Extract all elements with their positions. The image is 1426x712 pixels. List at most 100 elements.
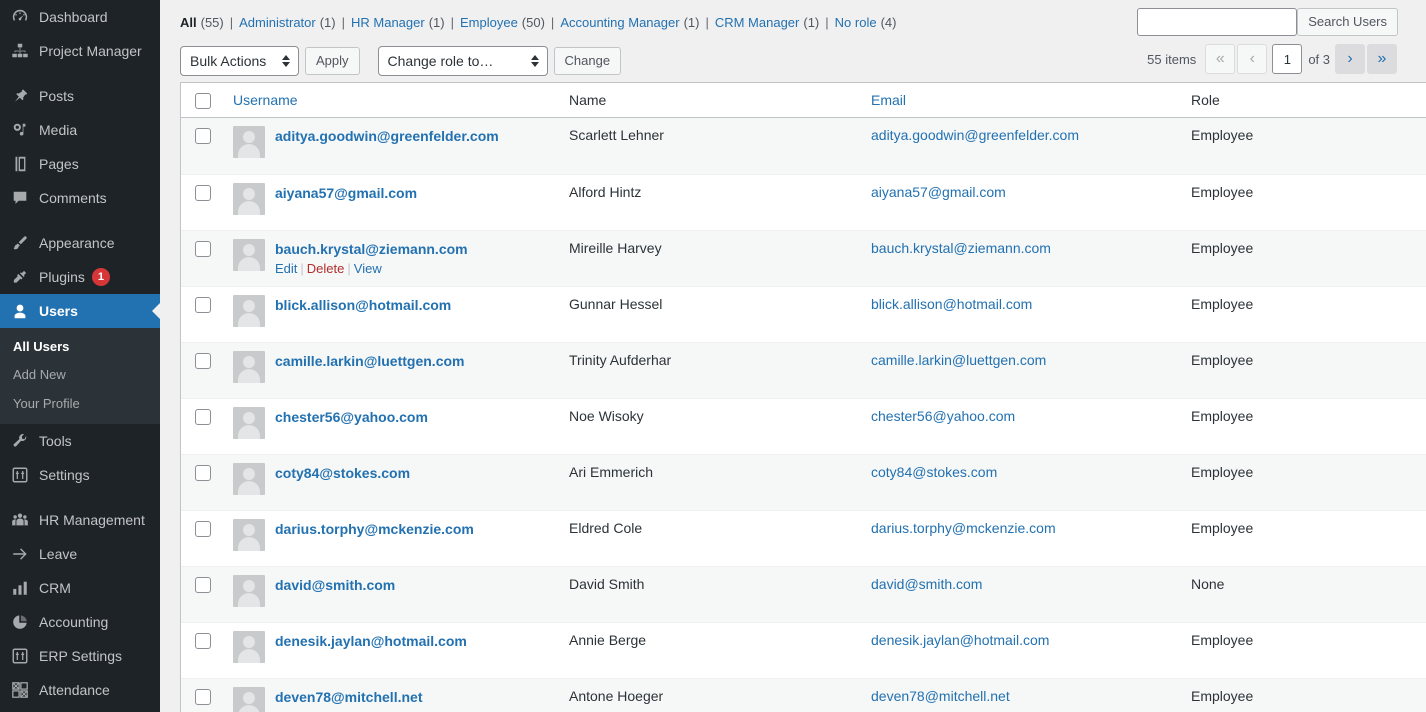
- email-link[interactable]: bauch.krystal@ziemann.com: [871, 240, 1051, 256]
- search-users-button[interactable]: Search Users: [1297, 8, 1398, 36]
- table-nav-top: Bulk ActionsDelete Apply Change role to……: [180, 42, 1398, 80]
- delete-user-link[interactable]: Delete: [307, 261, 345, 276]
- table-row: david@smith.com David Smith david@smith.co…: [181, 566, 1426, 623]
- email-link[interactable]: camille.larkin@luettgen.com: [871, 352, 1046, 368]
- email-link[interactable]: aditya.goodwin@greenfelder.com: [871, 127, 1079, 143]
- username-link[interactable]: chester56@yahoo.com: [275, 408, 428, 426]
- row-select-checkbox[interactable]: [195, 465, 211, 482]
- email-link[interactable]: coty84@stokes.com: [871, 464, 997, 480]
- row-select-checkbox[interactable]: [195, 185, 211, 201]
- username-link[interactable]: denesik.jaylan@hotmail.com: [275, 632, 467, 650]
- username-link[interactable]: darius.torphy@mckenzie.com: [275, 520, 474, 538]
- role-filter-link[interactable]: CRM Manager: [715, 15, 800, 30]
- next-page-button[interactable]: ›: [1335, 44, 1365, 74]
- username-link[interactable]: blick.allison@hotmail.com: [275, 296, 451, 314]
- user-main: aditya.goodwin@greenfelder.com: [275, 126, 499, 145]
- submenu-item-all-users[interactable]: All Users: [0, 333, 160, 361]
- email-link[interactable]: denesik.jaylan@hotmail.com: [871, 632, 1049, 648]
- column-header-email: Email: [861, 83, 1181, 118]
- username-link[interactable]: aditya.goodwin@greenfelder.com: [275, 127, 499, 145]
- sidebar-item-crm[interactable]: CRM: [0, 571, 160, 605]
- sidebar-item-settings[interactable]: Settings: [0, 458, 160, 492]
- role-filter-link[interactable]: Employee: [460, 15, 518, 30]
- row-select-checkbox[interactable]: [195, 521, 211, 538]
- email-link[interactable]: david@smith.com: [871, 576, 982, 592]
- row-select-checkbox[interactable]: [195, 128, 211, 144]
- sidebar-item-attendance[interactable]: Attendance: [0, 673, 160, 707]
- edit-user-link[interactable]: Edit: [275, 261, 297, 276]
- role-cell: Employee: [1181, 230, 1387, 286]
- sidebar-item-hr-management[interactable]: HR Management: [0, 503, 160, 537]
- posts-cell: 0: [1387, 174, 1426, 230]
- row-select-checkbox[interactable]: [195, 241, 211, 257]
- email-link[interactable]: aiyana57@gmail.com: [871, 184, 1006, 200]
- role-filter-link[interactable]: Administrator: [239, 15, 316, 30]
- role-filter-link[interactable]: Accounting Manager: [560, 15, 679, 30]
- sidebar-item-dashboard[interactable]: Dashboard: [0, 0, 160, 34]
- email-link[interactable]: chester56@yahoo.com: [871, 408, 1015, 424]
- current-page-input[interactable]: [1272, 44, 1303, 74]
- role-filter-link[interactable]: HR Manager: [351, 15, 425, 30]
- first-page-button[interactable]: «: [1205, 44, 1236, 74]
- row-select-checkbox[interactable]: [195, 409, 211, 426]
- email-link[interactable]: darius.torphy@mckenzie.com: [871, 520, 1056, 536]
- sidebar-item-appearance[interactable]: Appearance: [0, 226, 160, 260]
- sidebar-item-label: Pages: [39, 156, 79, 172]
- role-filter-link[interactable]: No role: [835, 15, 877, 30]
- row-select-checkbox[interactable]: [195, 297, 211, 314]
- role-filter-link[interactable]: All: [180, 15, 197, 30]
- username-link[interactable]: david@smith.com: [275, 576, 395, 594]
- grid-icon: [10, 680, 30, 700]
- posts-cell: 0: [1387, 342, 1426, 398]
- item-count: 55 items: [1147, 51, 1197, 67]
- username-link[interactable]: camille.larkin@luettgen.com: [275, 352, 465, 370]
- email-link[interactable]: blick.allison@hotmail.com: [871, 296, 1032, 312]
- name-cell: Ari Emmerich: [559, 454, 861, 510]
- email-cell: camille.larkin@luettgen.com: [861, 342, 1181, 398]
- posts-cell: 0: [1387, 622, 1426, 678]
- select-all-checkbox[interactable]: [195, 93, 211, 109]
- sort-username-link[interactable]: Username: [233, 92, 298, 108]
- sidebar-item-media[interactable]: Media: [0, 113, 160, 147]
- sidebar-item-posts[interactable]: Posts: [0, 79, 160, 113]
- submenu-item-add-new[interactable]: Add New: [0, 361, 160, 389]
- username-link[interactable]: deven78@mitchell.net: [275, 688, 422, 706]
- sidebar-item-users[interactable]: Users: [0, 294, 160, 328]
- name-cell: Eldred Cole: [559, 510, 861, 566]
- email-link[interactable]: deven78@mitchell.net: [871, 688, 1010, 704]
- role-filter-item: Employee (50): [460, 14, 545, 32]
- prev-page-button[interactable]: ‹: [1237, 44, 1268, 74]
- sidebar-item-plugins[interactable]: Plugins 1: [0, 260, 160, 294]
- row-select-checkbox[interactable]: [195, 633, 211, 650]
- sidebar-item-pages[interactable]: Pages: [0, 147, 160, 181]
- sidebar-item-accounting[interactable]: Accounting: [0, 605, 160, 639]
- submenu-item-your-profile[interactable]: Your Profile: [0, 390, 160, 418]
- change-role-button[interactable]: Change: [553, 47, 622, 75]
- sidebar-item-label: Leave: [39, 545, 78, 562]
- user-cell: chester56@yahoo.com: [233, 407, 549, 440]
- username-link[interactable]: coty84@stokes.com: [275, 464, 410, 482]
- username-link[interactable]: aiyana57@gmail.com: [275, 184, 417, 202]
- last-page-button[interactable]: »: [1367, 44, 1397, 74]
- username-cell: chester56@yahoo.com: [223, 398, 559, 454]
- row-select-checkbox[interactable]: [195, 353, 211, 370]
- row-checkbox-cell: [181, 342, 223, 398]
- search-input[interactable]: [1137, 8, 1298, 36]
- sidebar-item-tools[interactable]: Tools: [0, 424, 160, 458]
- row-select-checkbox[interactable]: [195, 577, 211, 594]
- sidebar-item-project-manager[interactable]: Project Manager: [0, 34, 160, 68]
- sidebar-separator: [0, 68, 160, 79]
- bulk-actions-group: Bulk ActionsDelete Apply Change role to……: [180, 46, 622, 76]
- sidebar-item-erp-settings[interactable]: ERP Settings: [0, 639, 160, 673]
- sort-email-link[interactable]: Email: [871, 92, 906, 108]
- username-link[interactable]: bauch.krystal@ziemann.com: [275, 240, 468, 258]
- sidebar-item-leave[interactable]: Leave: [0, 537, 160, 571]
- bulk-actions-select[interactable]: Bulk ActionsDelete: [180, 46, 299, 76]
- sidebar-item-comments[interactable]: Comments: [0, 181, 160, 215]
- view-user-link[interactable]: View: [354, 261, 382, 276]
- apply-button[interactable]: Apply: [305, 47, 360, 75]
- user-main: denesik.jaylan@hotmail.com: [275, 631, 467, 650]
- change-role-select[interactable]: Change role to…AdministratorHR ManagerEm…: [377, 46, 548, 76]
- row-select-checkbox[interactable]: [195, 689, 211, 706]
- table-row: chester56@yahoo.com Noe Wisoky chester56@y…: [181, 398, 1426, 455]
